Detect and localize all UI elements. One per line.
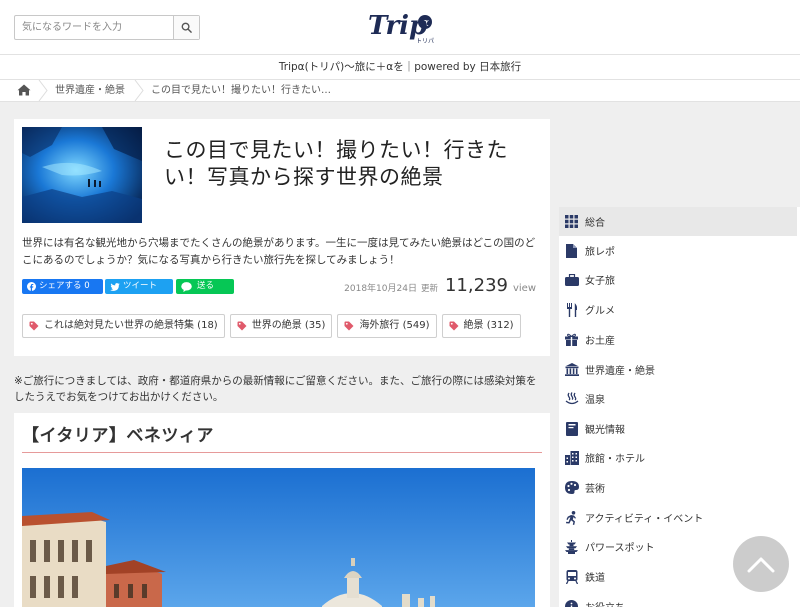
runner-icon [566, 510, 576, 525]
document-icon [566, 243, 577, 258]
search-box [14, 15, 200, 40]
tag-label: 世界の絶景 (35) [251, 320, 326, 331]
sidebar-item-label: 旅館・ホテル [585, 454, 645, 465]
sidebar-item-label: 世界遺産・絶景 [585, 366, 655, 377]
tag-icon [344, 321, 354, 331]
breadcrumb-item-current: この目で見たい！撮りたい！行きたい… [151, 85, 331, 96]
search-button[interactable] [173, 16, 199, 39]
article-view-count: 11,239 [444, 275, 508, 296]
facebook-share-button[interactable]: シェアする 0 [22, 279, 103, 294]
sidebar-item-label: アクティビティ・イベント [585, 514, 704, 525]
breadcrumb-item-category[interactable]: 世界遺産・絶景 [55, 80, 125, 101]
tag-icon [29, 321, 39, 331]
twitter-share-label: ツイート [123, 281, 158, 291]
pagoda-icon [565, 539, 578, 554]
sidebar-item-label: 女子旅 [585, 276, 615, 287]
breadcrumb-separator-icon [134, 80, 144, 101]
sidebar-item-world-heritage[interactable]: 世界遺産・絶景 [559, 355, 797, 384]
article-section: 【イタリア】ベネツィア [14, 413, 550, 607]
article-meta: 2018年10月24日 更新 11,239 view [344, 275, 536, 296]
info-icon [565, 600, 578, 607]
sidebar-item-useful[interactable]: お役立ち [559, 592, 797, 607]
sidebar-item-travel-report[interactable]: 旅レポ [559, 236, 797, 265]
sidebar-item-label: 温泉 [585, 395, 605, 406]
train-icon [565, 569, 578, 584]
facebook-share-label: シェアする 0 [39, 281, 90, 291]
sidebar-item-souvenir[interactable]: お土産 [559, 325, 797, 354]
hot-spring-icon [565, 392, 578, 405]
sidebar-item-label: グルメ [585, 306, 615, 317]
tag-label: これは絶対見たい世界の絶景特集 (18) [44, 320, 218, 331]
temple-icon [564, 363, 579, 376]
section-hero-image [22, 468, 535, 607]
sidebar-item-label: パワースポット [585, 543, 655, 554]
article-title: この目で見たい！撮りたい！行きたい！写真から探す世界の絶景 [164, 138, 508, 189]
article-description: 世界には有名な観光地から穴場までたくさんの絶景があります。一生に一度は見てみたい… [22, 237, 536, 266]
sidebar-item-label: お役立ち [585, 599, 625, 607]
chevron-up-icon [747, 557, 775, 573]
article-view-label: view [512, 283, 536, 294]
logo-subtext: トリパ [416, 38, 434, 45]
fork-knife-icon [566, 302, 577, 317]
palette-icon [564, 481, 579, 494]
gift-icon [565, 333, 578, 346]
grid-icon [565, 215, 578, 228]
facebook-icon [27, 282, 36, 291]
scroll-to-top-button[interactable] [733, 536, 789, 592]
line-share-button[interactable]: 送る [176, 279, 234, 294]
sidebar-item-hot-spring[interactable]: 温泉 [559, 384, 797, 413]
logo-text: Trip [368, 11, 427, 41]
tag-label: 海外旅行 (549) [359, 320, 430, 331]
breadcrumb-separator-icon [38, 80, 48, 101]
twitter-share-button[interactable]: ツイート [105, 279, 173, 294]
tag-list: これは絶対見たい世界の絶景特集 (18) 世界の絶景 (35) 海外旅行 (54… [22, 314, 526, 338]
sidebar-item-art[interactable]: 芸術 [559, 473, 797, 502]
line-icon [181, 281, 192, 292]
tag-item[interactable]: 海外旅行 (549) [337, 314, 437, 338]
section-heading: 【イタリア】ベネツィア [22, 425, 542, 453]
article-header-card: この目で見たい！撮りたい！行きたい！写真から探す世界の絶景 世界には有名な観光地… [14, 119, 550, 356]
book-icon [565, 421, 578, 436]
sidebar-item-sightseeing[interactable]: 観光情報 [559, 414, 797, 443]
building-icon [564, 450, 579, 465]
travel-notice: ※ご旅行につきましては、政府・都道府県からの最新情報にご留意ください。また、ご旅… [14, 375, 537, 403]
sidebar-item-gourmet[interactable]: グルメ [559, 295, 797, 324]
tag-item[interactable]: 絶景 (312) [441, 314, 521, 338]
sidebar-item-overview[interactable]: 総合 [559, 207, 797, 236]
article-update-label: 更新 [420, 284, 438, 294]
tag-label: 絶景 (312) [463, 320, 514, 331]
article-date: 2018年10月24日 [344, 284, 417, 294]
site-tagline: Tripα(トリパ)〜旅に＋αを｜powered by 日本旅行 [0, 54, 800, 79]
sidebar-item-label: 総合 [585, 218, 605, 229]
tag-icon [237, 321, 247, 331]
sidebar-item-girls-trip[interactable]: 女子旅 [559, 265, 797, 294]
sidebar-item-label: 鉄道 [585, 573, 605, 584]
twitter-bird-icon [110, 282, 120, 291]
home-icon[interactable] [17, 84, 31, 96]
sidebar-item-hotel[interactable]: 旅館・ホテル [559, 443, 797, 472]
tag-item[interactable]: これは絶対見たい世界の絶景特集 (18) [22, 314, 225, 338]
bag-icon [564, 273, 579, 286]
sidebar-item-label: 観光情報 [585, 425, 625, 436]
sidebar-item-activity[interactable]: アクティビティ・イベント [559, 503, 797, 532]
site-header: α Trip トリパ Tripα(トリパ)〜旅に＋αを｜powered by 日… [0, 0, 800, 79]
sidebar-item-label: 芸術 [585, 484, 605, 495]
tag-item[interactable]: 世界の絶景 (35) [229, 314, 333, 338]
article-thumbnail [22, 127, 142, 223]
search-input[interactable] [15, 16, 173, 39]
site-logo[interactable]: α Trip トリパ [366, 6, 438, 46]
tag-icon [449, 321, 459, 331]
breadcrumb: 世界遺産・絶景 この目で見たい！撮りたい！行きたい… [0, 79, 800, 102]
search-icon [181, 22, 192, 33]
sidebar-item-label: お土産 [585, 336, 615, 347]
line-share-label: 送る [197, 281, 215, 291]
sidebar-item-label: 旅レポ [585, 247, 615, 258]
